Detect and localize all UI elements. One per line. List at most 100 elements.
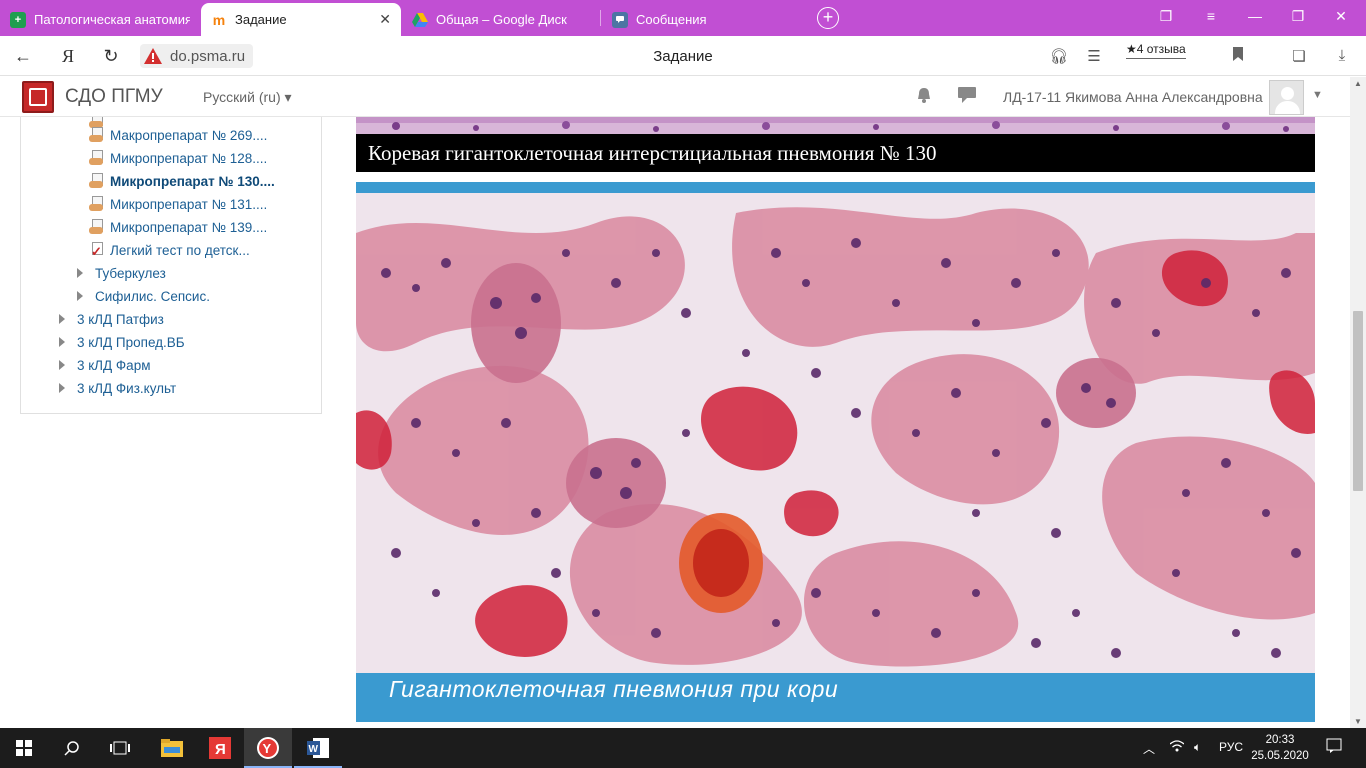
yandex-icon[interactable]: Я <box>57 46 79 67</box>
clock-time: 20:33 <box>1265 734 1295 746</box>
tab-title: Общая – Google Диск <box>436 12 567 27</box>
nav-item-proped[interactable]: 3 кЛД Пропед.ВБ <box>59 332 185 352</box>
nav-item-label: 3 кЛД Патфиз <box>77 311 164 327</box>
notifications-icon[interactable] <box>916 87 932 108</box>
wifi-icon[interactable] <box>1169 740 1185 755</box>
course-navigation: Макропрепарат № 269.... Микропрепарат № … <box>20 117 322 414</box>
nav-item-label: Микропрепарат № 128.... <box>110 150 268 166</box>
resource-icon <box>89 173 104 189</box>
nav-item-quiz[interactable]: ✓ Легкий тест по детск... <box>89 240 250 260</box>
url-text: do.psma.ru <box>170 47 246 65</box>
expand-icon <box>77 291 83 301</box>
page-scrollbar[interactable]: ▲ ▼ <box>1350 77 1366 728</box>
word-icon[interactable]: W <box>294 728 342 768</box>
nav-item-micro-131[interactable]: Микропрепарат № 131.... <box>89 194 267 214</box>
messages-icon <box>612 11 628 28</box>
user-name[interactable]: ЛД-17-11 Якимова Анна Александровна <box>1003 89 1263 105</box>
micrograph-slide: Гигантоклеточная пневмония при кори <box>356 182 1315 722</box>
expand-icon <box>59 314 65 324</box>
nav-item-micro-139[interactable]: Микропрепарат № 139.... <box>89 217 267 237</box>
avatar[interactable] <box>1269 80 1304 115</box>
micrograph-image <box>356 193 1315 673</box>
scroll-up-icon[interactable]: ▲ <box>1350 79 1366 88</box>
bookmark-icon[interactable] <box>1228 47 1248 65</box>
tab-title: Патологическая анатомия <box>34 12 190 27</box>
tab-messages[interactable]: Сообщения <box>602 3 797 36</box>
resource-icon <box>89 127 104 143</box>
search-icon[interactable] <box>48 728 96 768</box>
tabs-manager-icon[interactable]: ❐ <box>1156 8 1176 25</box>
nav-item-label: Микропрепарат № 131.... <box>110 196 268 212</box>
restore-icon[interactable]: ❐ <box>1288 8 1308 25</box>
nav-item-label: Сифилис. Сепсис. <box>95 288 210 304</box>
tab-title: Задание <box>235 12 287 27</box>
language-label: Русский (ru) <box>203 89 281 105</box>
nav-item-micro-130[interactable]: Микропрепарат № 130.... <box>89 171 275 191</box>
expand-icon <box>77 268 83 278</box>
nav-item-syphilis[interactable]: Сифилис. Сепсис. <box>77 286 210 306</box>
previous-image-fragment <box>356 117 1315 134</box>
tab-title: Сообщения <box>636 12 707 27</box>
warning-icon <box>144 48 162 64</box>
close-tab-icon[interactable]: ✕ <box>379 11 391 28</box>
messages-icon[interactable] <box>958 87 976 108</box>
new-tab-button[interactable]: + <box>817 7 839 29</box>
download-icon[interactable]: ⤓ <box>1332 47 1352 64</box>
close-window-icon[interactable]: ✕ <box>1331 8 1351 25</box>
nav-item-macro-269[interactable]: Макропрепарат № 269.... <box>89 125 267 145</box>
tab-separator <box>600 10 601 26</box>
reload-icon[interactable]: ↻ <box>100 46 122 67</box>
collections-icon[interactable]: ❏ <box>1289 47 1309 65</box>
scroll-thumb[interactable] <box>1353 311 1363 491</box>
clock-date: 25.05.2020 <box>1251 750 1309 762</box>
nav-item-physcult[interactable]: 3 кЛД Физ.культ <box>59 378 176 398</box>
volume-icon[interactable]: 🔈︎ <box>1194 740 1201 755</box>
url-field[interactable]: do.psma.ru <box>140 44 254 68</box>
nav-item-label: Макропрепарат № 269.... <box>110 127 268 143</box>
minimize-icon[interactable]: — <box>1245 8 1265 24</box>
language-menu[interactable]: Русский (ru) ▾ <box>203 89 292 106</box>
chevron-up-icon[interactable]: ︿ <box>1143 740 1155 757</box>
notifications-icon[interactable] <box>1326 738 1342 757</box>
nav-item-pharm[interactable]: 3 кЛД Фарм <box>59 355 150 375</box>
nav-item-micro-128[interactable]: Микропрепарат № 128.... <box>89 148 267 168</box>
input-language[interactable]: РУС <box>1219 740 1243 754</box>
resource-icon <box>89 150 104 166</box>
resource-icon <box>89 196 104 212</box>
clock[interactable]: 20:33 25.05.2020 <box>1250 732 1310 764</box>
address-bar: ← Я ↻ do.psma.ru Задание 🎧︎ ☰ ★4 отзыва … <box>0 36 1366 76</box>
reader-mode-icon[interactable]: ☰ <box>1084 47 1104 65</box>
tab-bar: + Патологическая анатомия m Задание ✕ Об… <box>0 0 1366 36</box>
back-icon[interactable]: ← <box>12 46 34 67</box>
yandex-icon[interactable]: Я <box>196 728 244 768</box>
site-header: СДО ПГМУ Русский (ru) ▾ ЛД-17-11 Якимова… <box>0 77 1350 117</box>
expand-icon <box>59 337 65 347</box>
reviews-link[interactable]: ★4 отзыва <box>1126 42 1186 59</box>
image-caption: Коревая гигантоклеточная интерстициальна… <box>356 134 1315 172</box>
windows-taskbar: Я Y W ︿ 🔈︎ РУС 20:33 25.05.2020 <box>0 728 1366 768</box>
scroll-down-icon[interactable]: ▼ <box>1350 717 1366 726</box>
nav-item-tuberculosis[interactable]: Туберкулез <box>77 263 166 283</box>
nav-item-label: 3 кЛД Физ.культ <box>77 380 177 396</box>
nav-item-label: Легкий тест по детск... <box>110 242 250 258</box>
task-view-icon[interactable] <box>96 728 144 768</box>
file-explorer-icon[interactable] <box>148 728 196 768</box>
svg-text:Y: Y <box>263 741 272 756</box>
chevron-down-icon[interactable]: ▼ <box>1312 89 1323 101</box>
svg-text:Я: Я <box>215 741 226 758</box>
windows-start-icon[interactable] <box>0 728 48 768</box>
menu-icon[interactable]: ≡ <box>1201 8 1221 24</box>
resource-icon <box>89 219 104 235</box>
headphones-icon[interactable]: 🎧︎ <box>1049 47 1069 65</box>
tab-assignment[interactable]: m Задание ✕ <box>201 3 401 36</box>
svg-text:W: W <box>309 744 319 755</box>
google-drive-icon <box>412 12 428 28</box>
site-logo[interactable] <box>22 81 54 113</box>
tab-pathology[interactable]: + Патологическая анатомия <box>0 3 200 36</box>
nav-item-label: 3 кЛД Пропед.ВБ <box>77 334 185 350</box>
nav-item-label: Микропрепарат № 139.... <box>110 219 268 235</box>
site-name[interactable]: СДО ПГМУ <box>65 86 163 108</box>
nav-item-patfiz[interactable]: 3 кЛД Патфиз <box>59 309 164 329</box>
tab-google-drive[interactable]: Общая – Google Диск <box>402 3 597 36</box>
yandex-browser-icon[interactable]: Y <box>244 728 292 768</box>
